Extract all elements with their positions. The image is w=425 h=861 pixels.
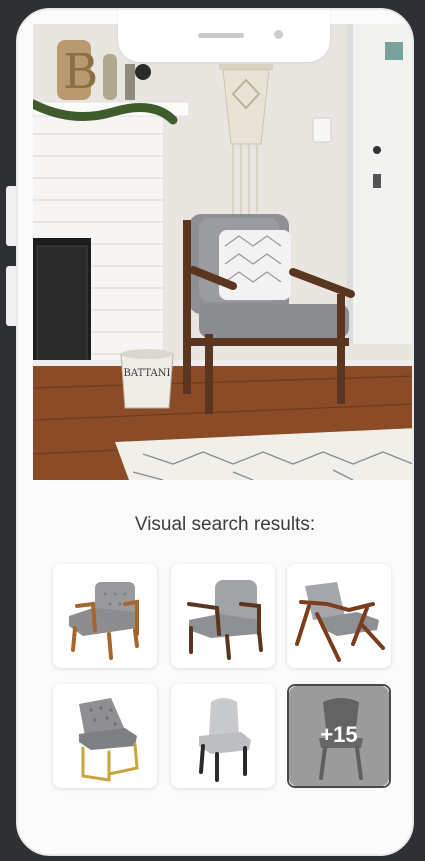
scene-photo[interactable]: B BATTANI <box>33 24 412 480</box>
pot-label: BATTANI <box>124 368 171 379</box>
result-chair-4[interactable] <box>53 684 157 788</box>
chair-thumbnail-icon <box>69 582 139 660</box>
phone-notch <box>118 10 330 62</box>
more-results-button[interactable]: +15 <box>287 684 391 788</box>
speaker-grille <box>198 33 244 38</box>
chair-thumbnail-icon <box>187 580 263 660</box>
front-camera <box>274 30 283 39</box>
chair-thumbnail-icon <box>79 698 139 782</box>
phone-frame: B BATTANI Visual search results: +15 <box>16 8 414 856</box>
chair-thumbnail-icon <box>199 698 251 782</box>
result-chair-2[interactable] <box>171 564 275 668</box>
result-chair-5[interactable] <box>171 684 275 788</box>
svg-text:B: B <box>63 44 98 100</box>
more-results-count: +15 <box>320 722 358 747</box>
result-chair-3[interactable] <box>287 564 391 668</box>
living-room-illustration: B BATTANI <box>33 24 412 480</box>
chair-thumbnail-icon <box>295 582 385 662</box>
result-chair-1[interactable] <box>53 564 157 668</box>
visual-search-results-panel: Visual search results: +15 <box>33 480 412 854</box>
results-title: Visual search results: <box>134 514 316 535</box>
